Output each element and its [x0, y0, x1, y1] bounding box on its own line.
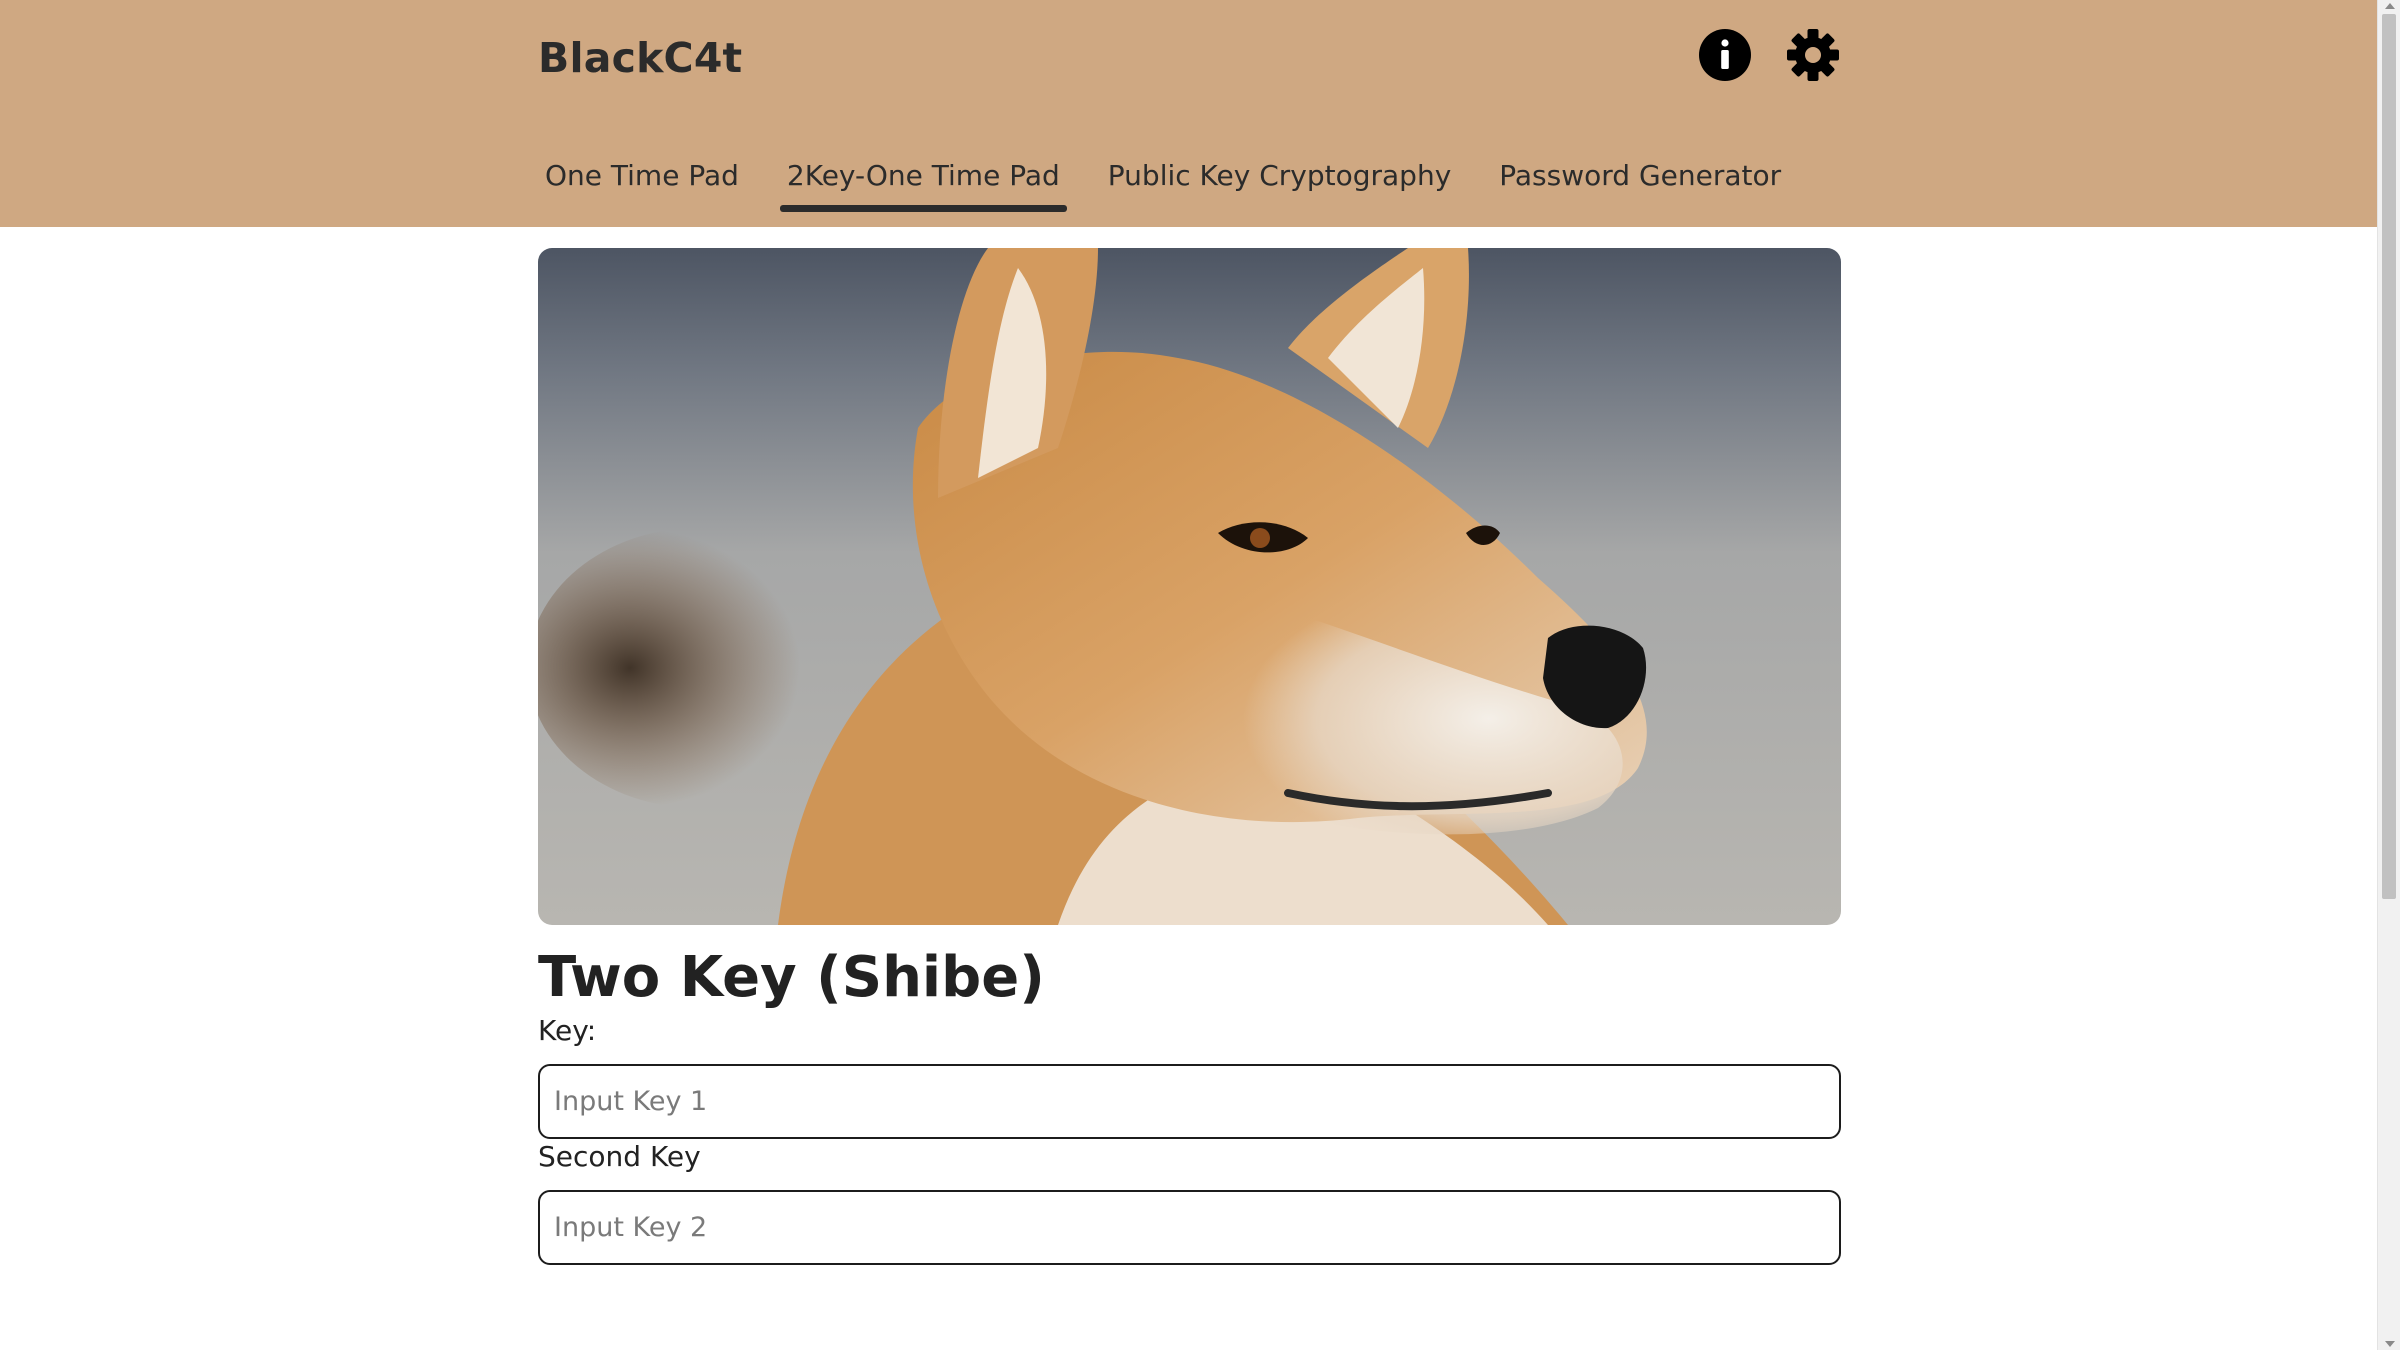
page: BlackC4t One Time Pad 2Key-One Time Pad …	[0, 0, 2400, 1350]
second-key-label: Second Key	[538, 1140, 701, 1173]
shiba-inu-image	[538, 248, 1647, 925]
gear-icon-graphic	[1787, 29, 1839, 81]
info-icon[interactable]	[1697, 27, 1753, 83]
tab-password-generator[interactable]: Password Generator	[1492, 150, 1788, 202]
scroll-up-icon[interactable]	[2385, 3, 2395, 9]
main-content: Two Key (Shibe) Key: Second Key	[538, 248, 1841, 1265]
second-key-input[interactable]	[538, 1190, 1841, 1265]
gear-icon[interactable]	[1785, 27, 1841, 83]
hero-image	[538, 248, 1841, 925]
tab-one-time-pad[interactable]: One Time Pad	[538, 150, 746, 202]
vertical-scrollbar[interactable]	[2377, 0, 2400, 1350]
page-title: Two Key (Shibe)	[538, 945, 1045, 1010]
tab-2key-one-time-pad[interactable]: 2Key-One Time Pad	[779, 150, 1067, 212]
scroll-thumb[interactable]	[2382, 14, 2396, 899]
header-actions	[1697, 27, 1841, 83]
tab-public-key-cryptography[interactable]: Public Key Cryptography	[1101, 150, 1458, 202]
key-input[interactable]	[538, 1064, 1841, 1139]
key-label: Key:	[538, 1014, 597, 1047]
app-header: BlackC4t One Time Pad 2Key-One Time Pad …	[0, 0, 2377, 227]
scroll-down-icon[interactable]	[2385, 1341, 2395, 1347]
app-title[interactable]: BlackC4t	[538, 34, 742, 82]
nav-tabs: One Time Pad 2Key-One Time Pad Public Ke…	[538, 150, 1822, 220]
info-icon-graphic	[1699, 29, 1751, 81]
